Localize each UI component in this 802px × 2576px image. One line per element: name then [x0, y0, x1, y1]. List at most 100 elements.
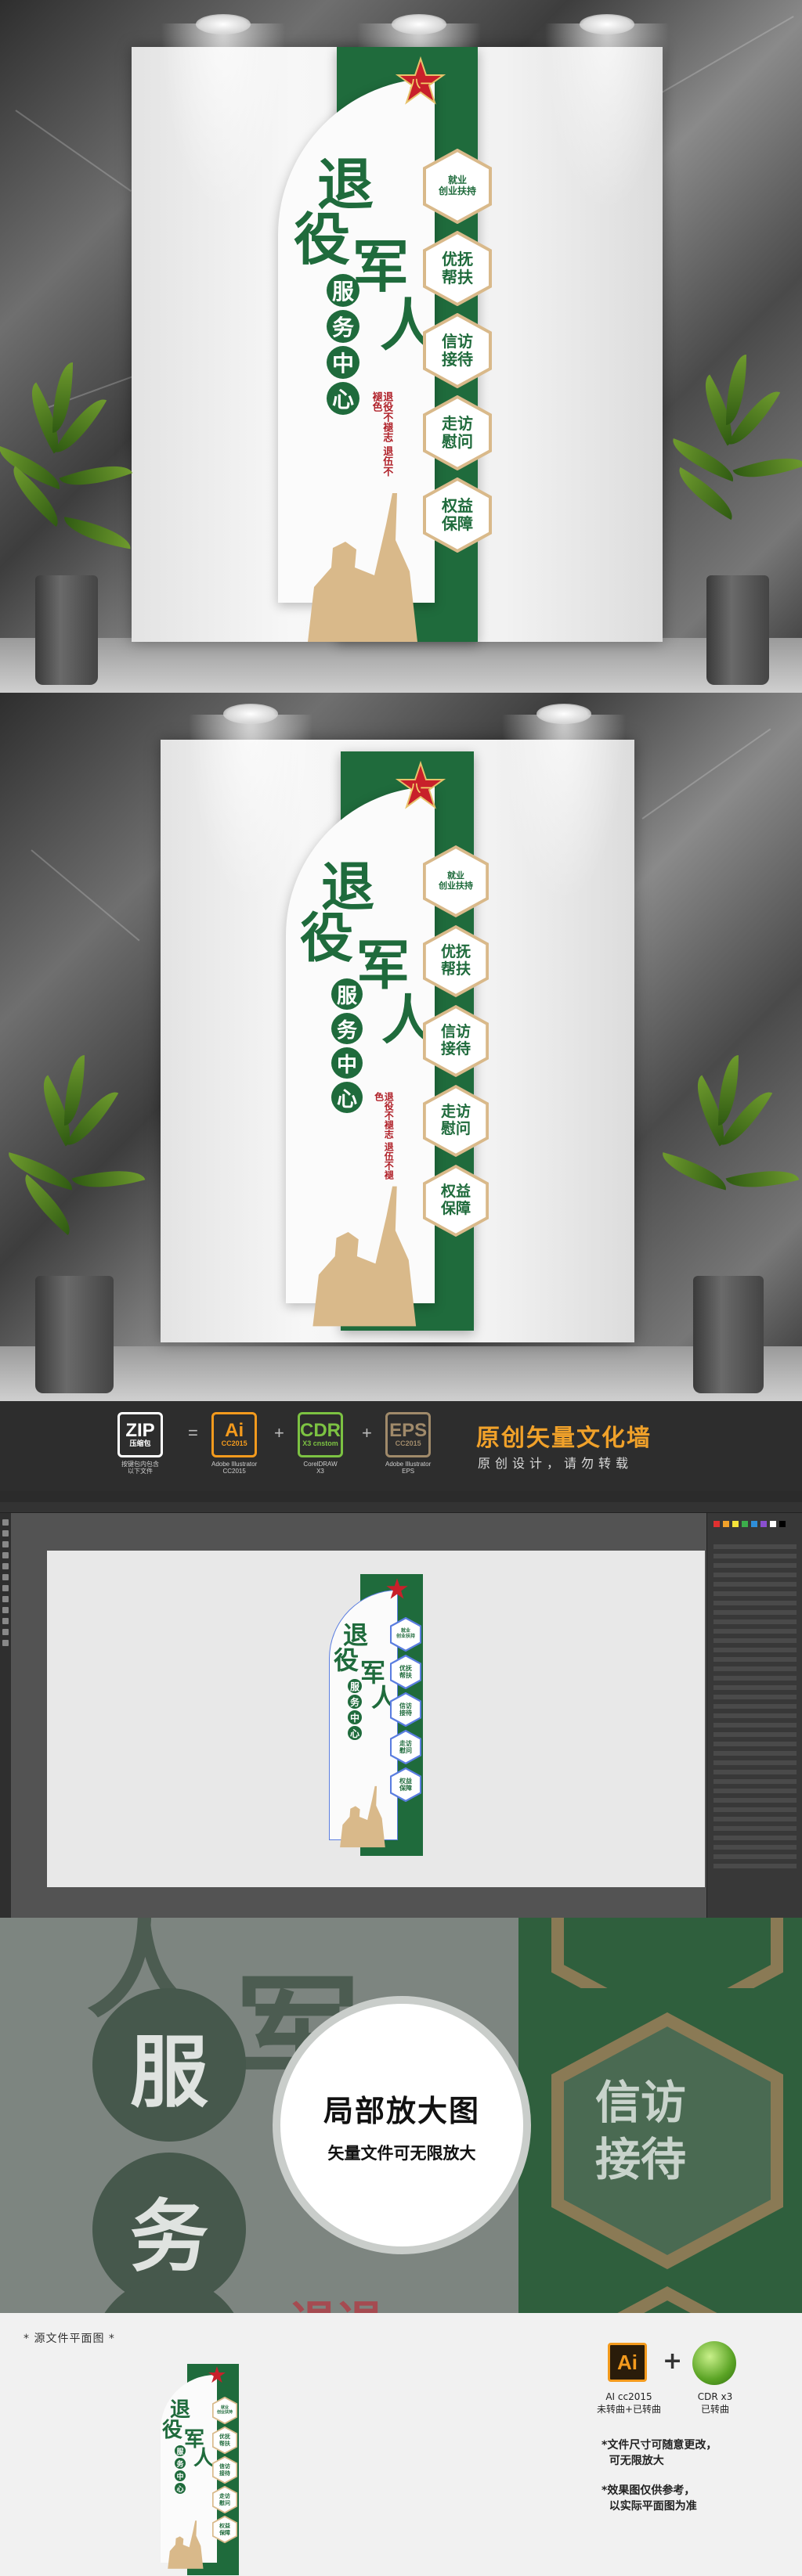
canvas[interactable]: 退 役 军 人 服 务 中 心 就业 创业扶持 优抚 帮扶 信访 接待 走访 慰… [11, 1513, 706, 1918]
swatch[interactable] [713, 1521, 720, 1527]
tool-icon[interactable] [2, 1552, 9, 1558]
swatch[interactable] [723, 1521, 729, 1527]
layer-row[interactable] [713, 1648, 797, 1652]
hexagon-badge-5: 权益 保障 [423, 477, 492, 553]
eps-big: EPS [389, 1420, 428, 1442]
swatch[interactable] [760, 1521, 767, 1527]
layer-row[interactable] [713, 1798, 797, 1803]
leaf [732, 446, 802, 490]
hexagon-label-2: 优抚 帮扶 [399, 1663, 412, 1679]
layer-row[interactable] [713, 1601, 797, 1605]
spotlight [223, 704, 278, 724]
cdr-big: CDR [300, 1420, 341, 1442]
layer-row[interactable] [713, 1573, 797, 1577]
layer-row[interactable] [713, 1563, 797, 1568]
leaf [60, 517, 134, 549]
layer-row[interactable] [713, 1582, 797, 1587]
eps-small: CC2015 [395, 1439, 421, 1448]
layer-row[interactable] [713, 1760, 797, 1765]
tool-icon[interactable] [2, 1607, 9, 1613]
layer-row[interactable] [713, 1807, 797, 1812]
layer-row[interactable] [713, 1657, 797, 1662]
tool-icon[interactable] [2, 1541, 9, 1547]
swatch[interactable] [779, 1521, 786, 1527]
layer-row[interactable] [713, 1704, 797, 1709]
tool-icon[interactable] [2, 1629, 9, 1635]
plus-sign: + [663, 2347, 683, 2375]
swatch[interactable] [742, 1521, 748, 1527]
leaf [657, 1152, 732, 1191]
subtitle-char-1: 服 [348, 1679, 362, 1693]
swatch[interactable] [770, 1521, 776, 1527]
hexagon-label-5: 权益 保障 [442, 496, 473, 533]
layer-row[interactable] [713, 1685, 797, 1690]
spotlight [392, 14, 446, 34]
layer-row[interactable] [713, 1836, 797, 1840]
layer-row[interactable] [713, 1732, 797, 1737]
layer-row[interactable] [713, 1713, 797, 1718]
tool-icon[interactable] [2, 1596, 9, 1602]
banner-subtitle: 原创设计，请勿转载 [478, 1456, 634, 1471]
layer-row[interactable] [713, 1554, 797, 1558]
hexagon-badge-4: 走访 慰问 [423, 1085, 489, 1157]
hexagon-label-3: 信访 接待 [440, 1023, 471, 1057]
magnifier-lens: 局部放大图 矢量文件可无限放大 [273, 1996, 531, 2254]
hexagon-badge-2: 优抚 帮扶 [390, 1655, 421, 1689]
layer-row[interactable] [713, 1544, 797, 1549]
tool-icon[interactable] [2, 1530, 9, 1537]
title-char-2: 役 [162, 2419, 183, 2442]
layers-panel[interactable] [706, 1513, 802, 1918]
tool-icon[interactable] [2, 1519, 9, 1526]
potted-plant-left [0, 362, 134, 685]
layer-row[interactable] [713, 1770, 797, 1774]
layer-row[interactable] [713, 1723, 797, 1728]
wall-design: 八一 退 役 军 人 服 务 中 心 退役不褪志 退伍不褪色 就业 创业扶持 优… [286, 751, 490, 1331]
spotlight-glow [161, 23, 286, 211]
tool-icon[interactable] [2, 1585, 9, 1591]
control-bar[interactable] [0, 1502, 802, 1513]
layer-row[interactable] [713, 1638, 797, 1643]
layer-row[interactable] [713, 1779, 797, 1784]
layer-row[interactable] [713, 1742, 797, 1746]
hexagon-badge-2: 优抚 帮扶 [212, 2426, 237, 2454]
star-label: 八一 [409, 78, 432, 91]
layer-row[interactable] [713, 1751, 797, 1756]
hexagon-outline [617, 2286, 717, 2313]
layer-row[interactable] [713, 1854, 797, 1859]
separator-plus: + [362, 1423, 372, 1443]
layer-row[interactable] [713, 1629, 797, 1634]
layer-row[interactable] [713, 1845, 797, 1850]
subtitle-char-1: 服 [327, 274, 359, 307]
potted-plant-right [654, 1055, 802, 1393]
swatch[interactable] [732, 1521, 739, 1527]
marble-vein [657, 16, 794, 95]
tool-icon[interactable] [2, 1618, 9, 1624]
star-emblem-icon: 八一 [396, 56, 446, 105]
layer-row[interactable] [713, 1789, 797, 1793]
title-char-2: 役 [300, 907, 354, 970]
separator-plus: + [274, 1423, 284, 1443]
hexagon-badge-1: 就业 创业扶持 [390, 1617, 421, 1652]
source-label: * 源文件平面图 * [23, 2333, 115, 2345]
layer-row[interactable] [713, 1864, 797, 1868]
swatch[interactable] [751, 1521, 757, 1527]
menu-bar[interactable] [0, 1491, 802, 1502]
layer-row[interactable] [713, 1676, 797, 1681]
layer-row[interactable] [713, 1666, 797, 1671]
tool-icon[interactable] [2, 1640, 9, 1646]
soldier-silhouette-icon [312, 1186, 417, 1327]
layer-row[interactable] [713, 1695, 797, 1699]
tool-icon[interactable] [2, 1574, 9, 1580]
leaf [13, 1174, 81, 1235]
leaf [71, 1160, 146, 1198]
layer-row[interactable] [713, 1610, 797, 1615]
tool-icon[interactable] [2, 1563, 9, 1569]
layer-row[interactable] [713, 1826, 797, 1831]
layer-row[interactable] [713, 1619, 797, 1624]
layer-row[interactable] [713, 1817, 797, 1821]
hexagon-label-1: 就业 创业扶持 [438, 175, 476, 196]
soldier-silhouette-icon [340, 1785, 385, 1848]
layer-row[interactable] [713, 1591, 797, 1596]
tools-panel[interactable] [0, 1513, 11, 1918]
hexagon-label-1: 就业 创业扶持 [216, 2405, 233, 2415]
